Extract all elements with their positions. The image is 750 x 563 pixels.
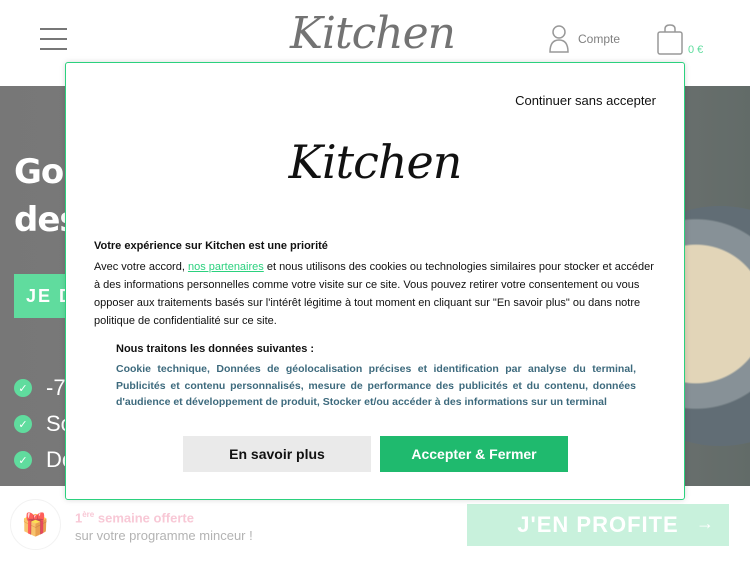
modal-body-text: Avec votre accord, nos partenaires et no… — [94, 258, 659, 330]
data-processing-title: Nous traitons les données suivantes : — [116, 343, 315, 355]
body-text-before-link: Avec votre accord, — [94, 261, 188, 273]
data-processing-list: Cookie technique, Données de géolocalisa… — [116, 363, 636, 408]
data-processing-section: Nous traitons les données suivantes : Co… — [116, 343, 636, 411]
partners-link[interactable]: nos partenaires — [188, 261, 264, 273]
modal-heading: Votre expérience sur Kitchen est une pri… — [94, 240, 328, 252]
modal-logo: Kitchen — [288, 135, 463, 189]
accept-close-button[interactable]: Accepter & Fermer — [380, 436, 568, 472]
cookie-consent-dialog: Continuer sans accepter Kitchen Votre ex… — [65, 62, 685, 500]
learn-more-button[interactable]: En savoir plus — [183, 436, 371, 472]
continue-without-accepting-link[interactable]: Continuer sans accepter — [515, 93, 656, 108]
